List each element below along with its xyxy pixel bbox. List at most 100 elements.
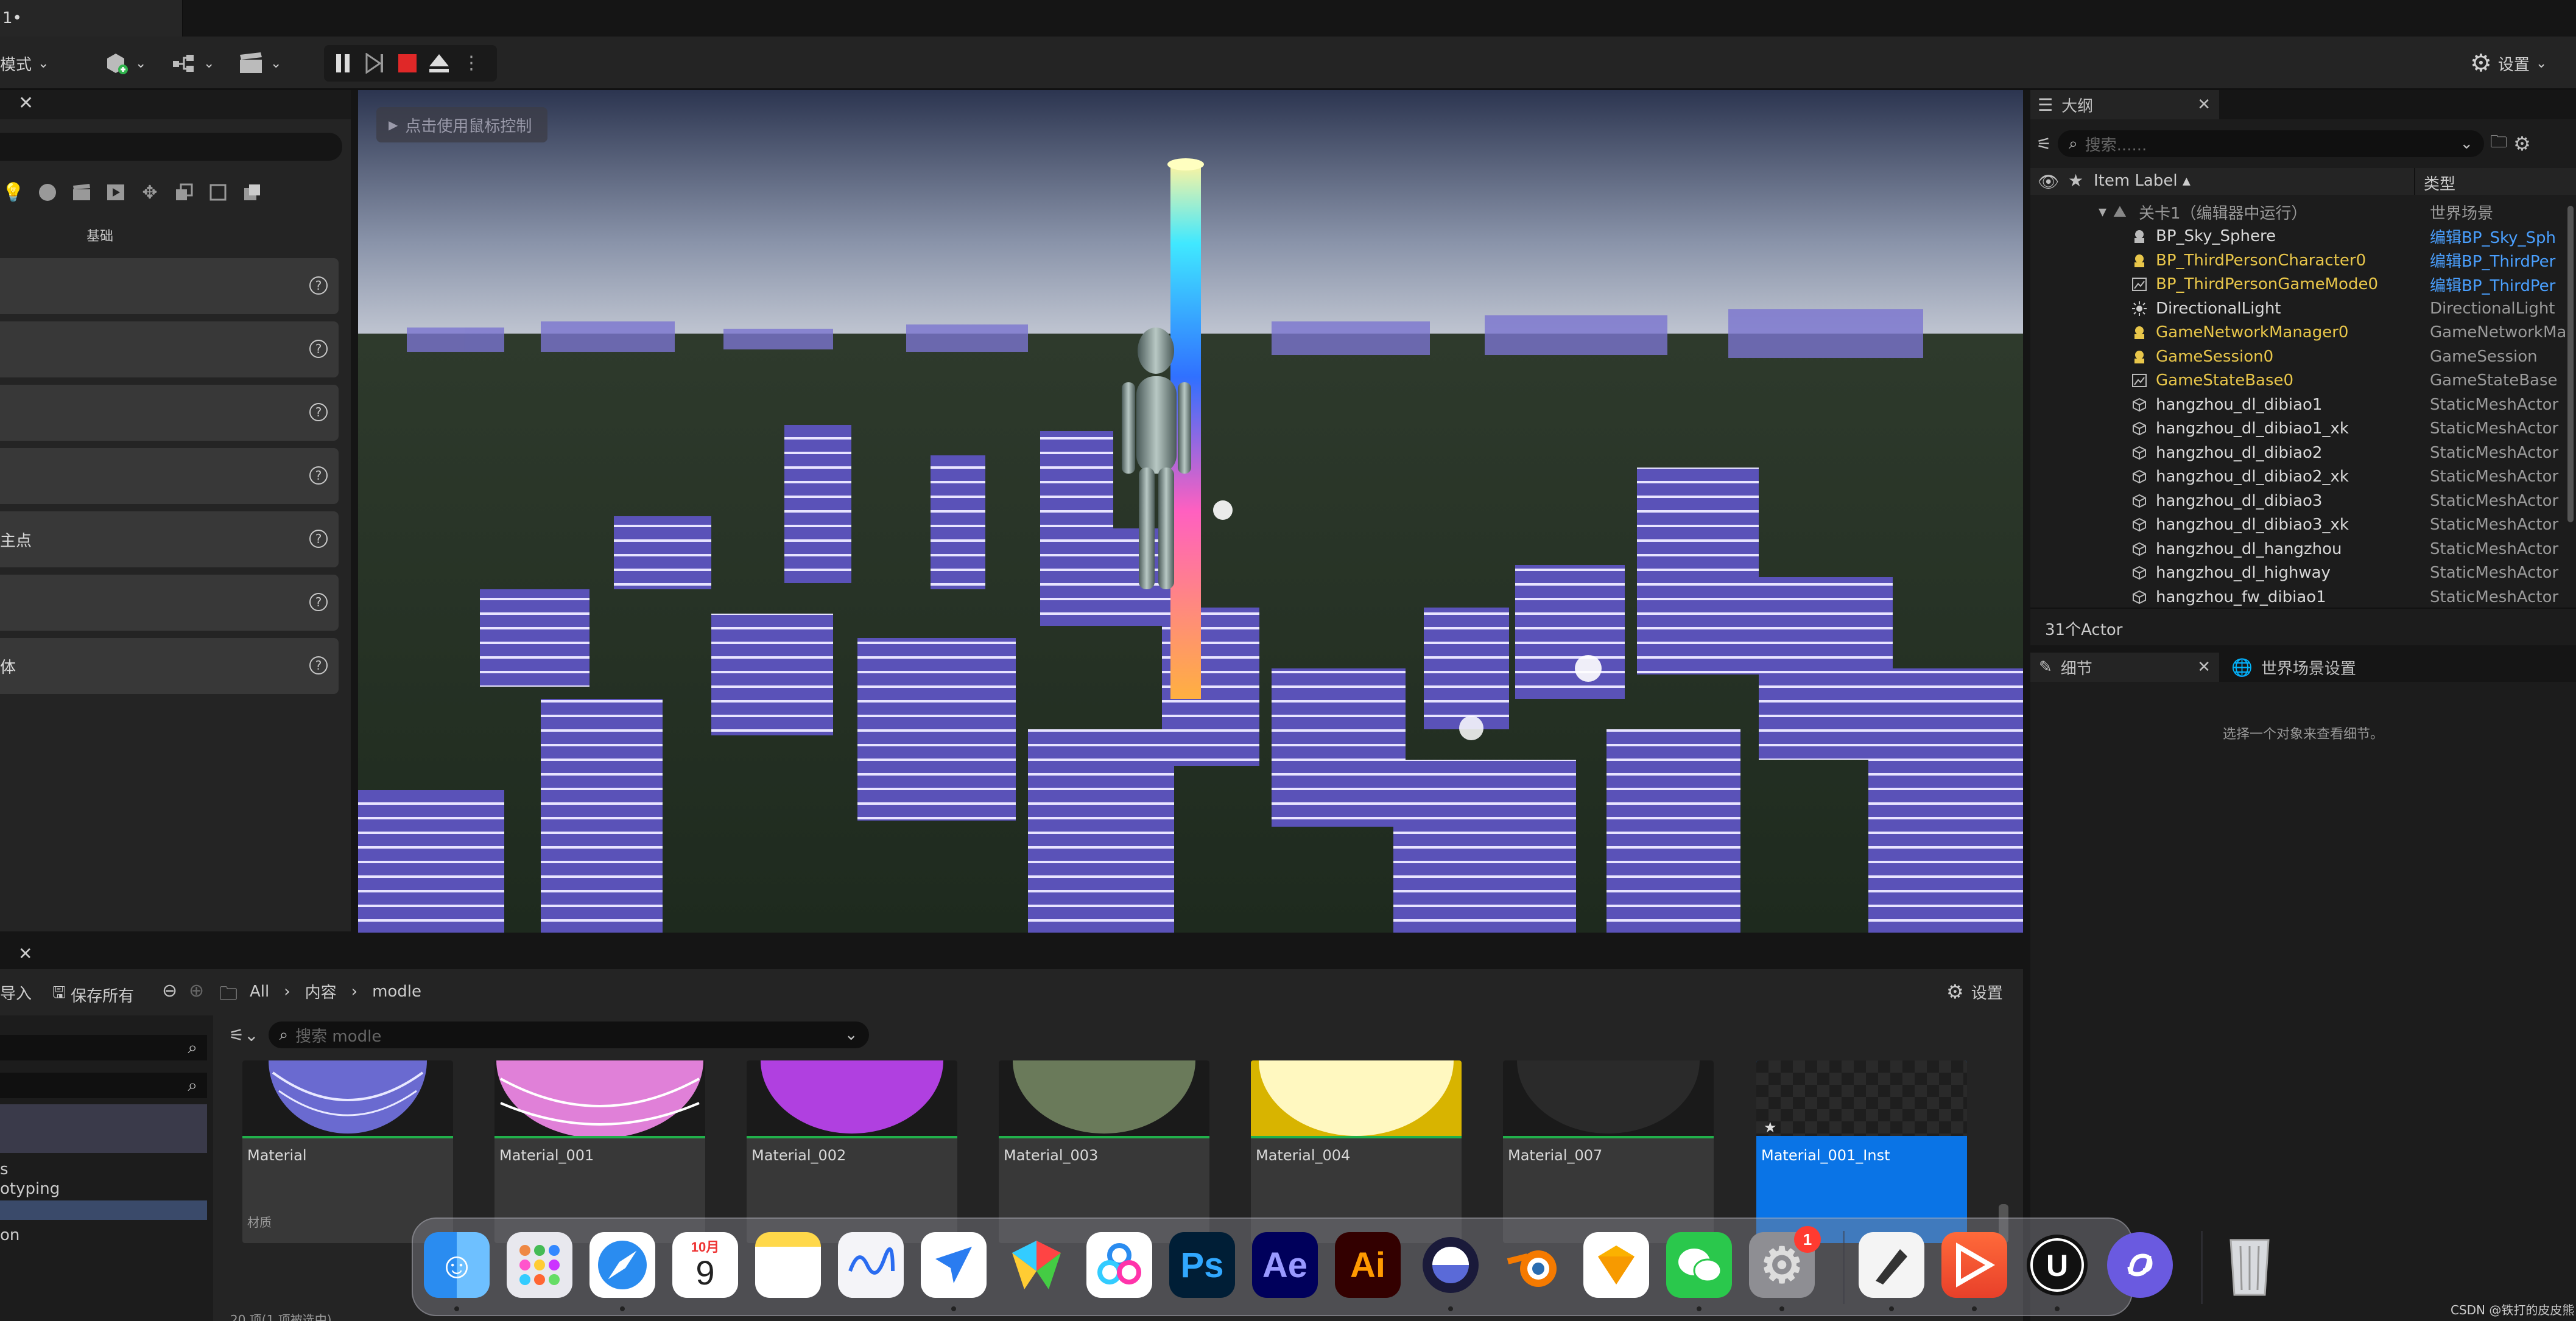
bulb-icon[interactable]: 💡: [0, 179, 27, 206]
close-icon[interactable]: ✕: [18, 944, 32, 964]
asset-tile[interactable]: Material_007: [1503, 1060, 1714, 1243]
basic-shapes-icon[interactable]: [205, 179, 231, 206]
outliner-row[interactable]: BP_Sky_Sphere 编辑BP_Sky_Sph: [2030, 224, 2576, 248]
freeform-icon[interactable]: [838, 1232, 904, 1298]
level-viewport[interactable]: ▶ 点击使用鼠标控制: [358, 90, 2023, 933]
close-icon[interactable]: ✕: [2197, 658, 2211, 676]
breadcrumb-all[interactable]: All: [250, 983, 269, 1001]
after-effects-icon[interactable]: Ae: [1252, 1232, 1318, 1298]
mode-dropdown[interactable]: 模式 ⌄: [0, 45, 49, 82]
help-icon[interactable]: ?: [309, 340, 328, 358]
cinematics-button[interactable]: ⌄: [238, 45, 281, 82]
feishu-icon[interactable]: [921, 1232, 987, 1311]
outliner-row[interactable]: DirectionalLight DirectionalLight: [2030, 296, 2576, 321]
breadcrumb-content[interactable]: 内容: [305, 980, 337, 1003]
collections-search-input[interactable]: ⌕: [0, 1073, 207, 1098]
outliner-row[interactable]: BP_ThirdPersonCharacter0 编辑BP_ThirdPer: [2030, 248, 2576, 273]
visual-effects-icon[interactable]: [102, 179, 129, 206]
help-icon[interactable]: ?: [309, 403, 328, 421]
outliner-row[interactable]: hangzhou_dl_dibiao3 StaticMeshActor: [2030, 489, 2576, 513]
unreal-engine-icon[interactable]: U: [2024, 1232, 2090, 1311]
tree-selected-block[interactable]: [0, 1104, 207, 1153]
baidu-netdisk-icon[interactable]: [1086, 1232, 1152, 1298]
add-actor-button[interactable]: ⌄: [102, 45, 146, 82]
sketch-shape-icon[interactable]: [1004, 1232, 1069, 1298]
stop-button[interactable]: [392, 48, 423, 79]
pause-button[interactable]: [328, 48, 358, 79]
trash-icon[interactable]: [2217, 1232, 2282, 1298]
viewport-mouse-hint[interactable]: ▶ 点击使用鼠标控制: [376, 107, 548, 142]
asset-search-input[interactable]: ⌕ 搜索 modle ⌄: [268, 1021, 869, 1048]
notes-icon[interactable]: [755, 1232, 821, 1298]
outliner-row[interactable]: hangzhou_dl_dibiao1_xk StaticMeshActor: [2030, 416, 2576, 441]
close-icon[interactable]: ✕: [2197, 96, 2211, 114]
volumes-icon[interactable]: ✥: [136, 179, 163, 206]
outliner-row[interactable]: hangzhou_dl_dibiao3_xk StaticMeshActor: [2030, 513, 2576, 537]
cinema4d-icon[interactable]: [1418, 1232, 1483, 1311]
outliner-row[interactable]: hangzhou_dl_dibiao2 StaticMeshActor: [2030, 441, 2576, 465]
tab-outliner[interactable]: ☰ 大纲 ✕: [2030, 90, 2219, 119]
save-all-button[interactable]: 🖫 保存所有: [52, 981, 134, 1008]
help-icon[interactable]: ?: [309, 466, 328, 485]
skip-frame-button[interactable]: [359, 48, 390, 79]
outliner-row[interactable]: hangzhou_dl_dibiao1 StaticMeshActor: [2030, 393, 2576, 417]
outliner-row[interactable]: GameSession0 GameSession: [2030, 345, 2576, 369]
forward-arrow-icon[interactable]: ⊕: [189, 980, 204, 1001]
cinematic-icon[interactable]: [68, 179, 95, 206]
sketch-icon[interactable]: [1583, 1232, 1649, 1298]
more-options-button[interactable]: ⋮: [459, 48, 484, 79]
outliner-scrollbar[interactable]: [2567, 206, 2574, 522]
outliner-row[interactable]: GameNetworkManager0 GameNetworkMa: [2030, 320, 2576, 345]
asset-tile[interactable]: Material_002: [747, 1060, 957, 1243]
place-actors-search[interactable]: [0, 133, 342, 161]
tree-item-selected[interactable]: [0, 1200, 207, 1220]
safari-icon[interactable]: [589, 1232, 655, 1311]
asset-tile[interactable]: Material 材质: [242, 1060, 453, 1243]
outliner-row[interactable]: BP_ThirdPersonGameMode0 编辑BP_ThirdPer: [2030, 272, 2576, 296]
asset-tile[interactable]: Material_004: [1251, 1060, 1462, 1243]
miniprogram-icon[interactable]: [2107, 1232, 2173, 1298]
place-item-row[interactable]: ?: [0, 321, 339, 377]
tree-item[interactable]: s: [0, 1160, 9, 1179]
folder-icon[interactable]: 🗀: [219, 980, 238, 1011]
outliner-row[interactable]: hangzhou_fw_dibiao1 StaticMeshActor: [2030, 585, 2576, 609]
chevron-down-icon[interactable]: ▾: [2099, 203, 2106, 221]
deveco-icon[interactable]: [1941, 1232, 2007, 1311]
tree-search-input[interactable]: ⌕: [0, 1035, 207, 1060]
launchpad-icon[interactable]: [507, 1232, 572, 1298]
back-arrow-icon[interactable]: ⊖: [162, 980, 177, 1001]
level-tab[interactable]: 1•: [0, 0, 183, 37]
outliner-row-edit-link[interactable]: 编辑BP_Sky_Sph: [2430, 225, 2556, 248]
outliner-row-edit-link[interactable]: 编辑BP_ThirdPer: [2430, 273, 2555, 296]
tree-item[interactable]: on: [0, 1226, 19, 1244]
gear-icon[interactable]: ⚙: [2513, 132, 2531, 155]
star-icon[interactable]: ★: [2068, 170, 2083, 191]
tree-item[interactable]: otyping: [0, 1180, 60, 1198]
help-icon[interactable]: ?: [309, 593, 328, 611]
recent-icon[interactable]: [239, 179, 266, 206]
blender-icon[interactable]: [1501, 1232, 1566, 1298]
help-icon[interactable]: ?: [309, 276, 328, 295]
tab-world-settings[interactable]: 🌐 世界场景设置: [2231, 653, 2356, 682]
shapes-icon[interactable]: [34, 179, 61, 206]
column-divider[interactable]: [2414, 168, 2415, 195]
help-icon[interactable]: ?: [309, 530, 328, 548]
close-icon[interactable]: ✕: [18, 93, 33, 114]
add-folder-icon[interactable]: 🗀: [2490, 129, 2507, 158]
asset-tile[interactable]: Material_003: [999, 1060, 1209, 1243]
all-classes-icon[interactable]: [171, 179, 197, 206]
finder-icon[interactable]: ☺: [424, 1232, 490, 1311]
place-item-row[interactable]: ?: [0, 385, 339, 441]
filter-icon[interactable]: ⚟: [2036, 134, 2052, 154]
blueprint-button[interactable]: ⌄: [171, 45, 214, 82]
toolbar-settings-button[interactable]: ⚙ 设置 ⌄: [2470, 45, 2547, 82]
wechat-icon[interactable]: [1666, 1232, 1732, 1311]
place-item-row[interactable]: 体?: [0, 638, 339, 694]
asset-tile[interactable]: Material_001: [494, 1060, 705, 1243]
visibility-icon[interactable]: 👁: [2038, 172, 2060, 192]
outliner-search-input[interactable]: ⌕ 搜索...... ⌄: [2058, 130, 2485, 157]
eject-button[interactable]: [424, 48, 454, 79]
filter-icon[interactable]: ⚟⌄: [229, 1025, 259, 1045]
tab-details[interactable]: ✎ 细节 ✕: [2030, 653, 2219, 682]
asset-tile-selected[interactable]: ★ Material_001_Inst: [1756, 1060, 1967, 1243]
